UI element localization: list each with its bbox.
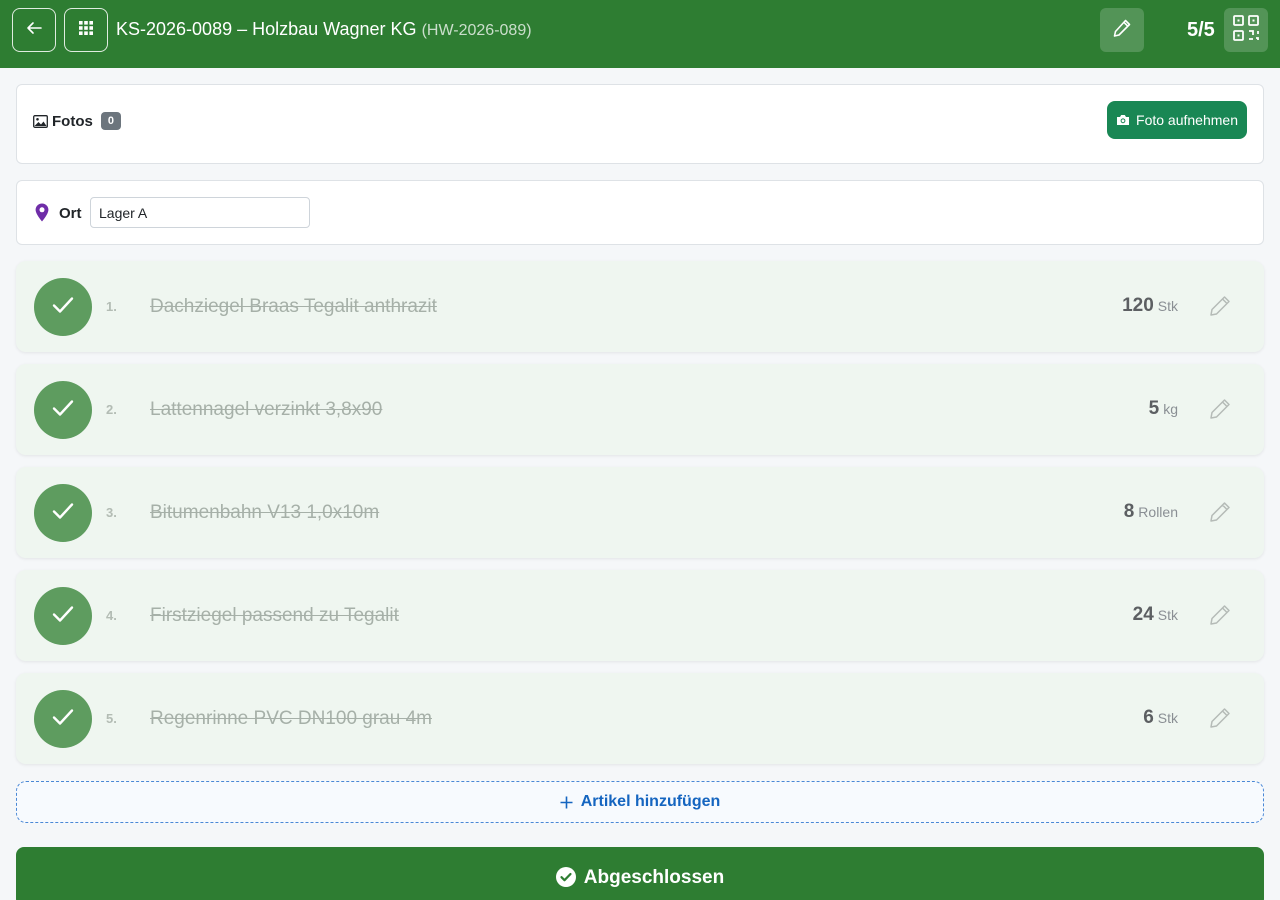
image-icon: [33, 114, 48, 128]
quantity-unit: kg: [1163, 401, 1178, 417]
qr-code-icon: [1232, 14, 1260, 47]
edit-order-button[interactable]: [1100, 8, 1144, 52]
photos-label: Fotos: [52, 112, 93, 130]
customer-code: (HW-2026-089): [421, 22, 532, 39]
complete-label: Abgeschlossen: [583, 867, 725, 888]
item-quantity: 8 Rollen: [1124, 501, 1178, 523]
item-quantity: 24 Stk: [1133, 604, 1178, 626]
apps-menu-button[interactable]: [64, 8, 108, 52]
list-item: 5. Regenrinne PVC DN100 grau 4m 6 Stk: [16, 673, 1264, 764]
item-done-toggle[interactable]: [34, 484, 92, 542]
top-bar: KS-2026-0089 – Holzbau Wagner KG (HW-202…: [0, 0, 1280, 68]
location-input[interactable]: [90, 197, 310, 228]
check-icon: [52, 605, 74, 628]
item-number: 5.: [106, 711, 117, 726]
photos-header: Fotos 0: [33, 112, 121, 130]
back-button[interactable]: [12, 8, 56, 52]
item-done-toggle[interactable]: [34, 690, 92, 748]
item-done-toggle[interactable]: [34, 587, 92, 645]
item-number: 3.: [106, 505, 117, 520]
order-id: KS-2026-0089: [116, 19, 233, 39]
map-pin-icon: [35, 203, 49, 227]
location-card: Ort: [16, 180, 1264, 245]
complete-button[interactable]: Abgeschlossen: [16, 847, 1264, 900]
check-icon: [52, 708, 74, 731]
quantity-value: 5: [1148, 398, 1160, 419]
check-icon: [52, 296, 74, 319]
arrow-left-icon: [26, 21, 42, 40]
customer-name: Holzbau Wagner KG: [252, 19, 417, 39]
quantity-value: 24: [1132, 604, 1154, 625]
item-name: Regenrinne PVC DN100 grau 4m: [150, 708, 432, 729]
quantity-value: 8: [1123, 501, 1135, 522]
page-title: KS-2026-0089 – Holzbau Wagner KG (HW-202…: [116, 19, 532, 40]
quantity-value: 6: [1143, 707, 1154, 728]
check-icon: [52, 502, 74, 525]
pencil-icon: [1208, 605, 1232, 631]
quantity-value: 120: [1122, 295, 1154, 316]
pencil-icon: [1208, 399, 1232, 425]
check-icon: [52, 399, 74, 422]
photo-count-badge: 0: [100, 112, 121, 130]
location-label: Ort: [59, 205, 82, 222]
quantity-unit: Stk: [1157, 607, 1178, 623]
photos-card: Fotos 0 Foto aufnehmen: [16, 84, 1264, 164]
edit-item-button[interactable]: [1208, 294, 1232, 323]
list-item: 2. Lattennagel verzinkt 3,8x90 5 kg: [16, 364, 1264, 455]
item-quantity: 6 Stk: [1143, 707, 1178, 729]
item-number: 1.: [106, 299, 117, 314]
edit-item-button[interactable]: [1208, 500, 1232, 529]
list-item: 4. Firstziegel passend zu Tegalit 24 Stk: [16, 570, 1264, 661]
quantity-unit: Rollen: [1138, 504, 1178, 520]
edit-item-button[interactable]: [1208, 603, 1232, 632]
item-name: Firstziegel passend zu Tegalit: [150, 605, 399, 626]
camera-icon: [1116, 114, 1130, 126]
edit-item-button[interactable]: [1208, 706, 1232, 735]
item-name: Lattennagel verzinkt 3,8x90: [150, 399, 383, 420]
pencil-icon: [1208, 708, 1232, 734]
quantity-unit: Stk: [1157, 710, 1178, 726]
quantity-unit: Stk: [1157, 298, 1178, 314]
grid-icon: [79, 20, 93, 40]
take-photo-button[interactable]: Foto aufnehmen: [1107, 101, 1247, 139]
add-item-label: Artikel hinzufügen: [580, 793, 721, 810]
item-name: Dachziegel Braas Tegalit anthrazit: [150, 296, 437, 317]
plus-icon: [560, 796, 573, 809]
item-quantity: 5 kg: [1149, 398, 1178, 420]
take-photo-label: Foto aufnehmen: [1136, 112, 1238, 128]
pencil-icon: [1112, 18, 1132, 43]
check-circle-icon: [555, 867, 576, 887]
scan-qr-button[interactable]: [1224, 8, 1268, 52]
item-number: 2.: [106, 402, 117, 417]
item-name: Bitumenbahn V13 1,0x10m: [150, 502, 380, 523]
list-item: 1. Dachziegel Braas Tegalit anthrazit 12…: [16, 261, 1264, 352]
edit-item-button[interactable]: [1208, 397, 1232, 426]
add-item-button[interactable]: Artikel hinzufügen: [16, 781, 1264, 823]
item-quantity: 120 Stk: [1122, 295, 1178, 317]
title-separator: –: [237, 19, 248, 39]
pencil-icon: [1208, 296, 1232, 322]
list-item: 3. Bitumenbahn V13 1,0x10m 8 Rollen: [16, 467, 1264, 558]
item-number: 4.: [106, 608, 117, 623]
pencil-icon: [1208, 502, 1232, 528]
item-done-toggle[interactable]: [34, 278, 92, 336]
item-done-toggle[interactable]: [34, 381, 92, 439]
progress-counter: 5/5: [1187, 19, 1215, 41]
